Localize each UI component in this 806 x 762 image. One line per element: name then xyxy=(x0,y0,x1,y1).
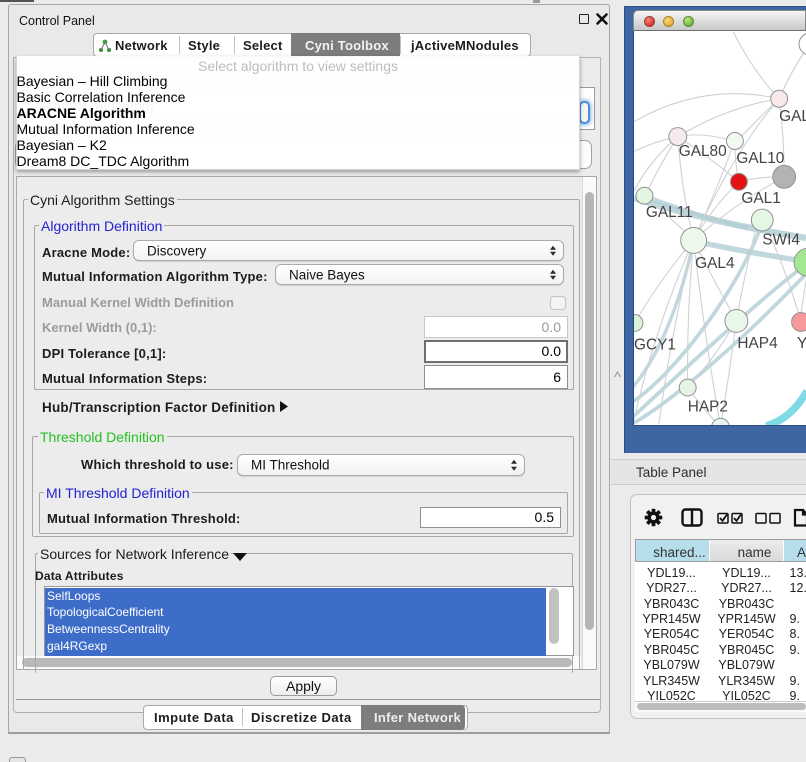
svg-text:GAL11: GAL11 xyxy=(646,204,693,221)
svg-text:GCY1: GCY1 xyxy=(634,336,676,353)
svg-text:HAP2: HAP2 xyxy=(688,398,728,415)
svg-text:SWI4: SWI4 xyxy=(762,231,800,248)
svg-text:Y: Y xyxy=(797,335,806,352)
svg-text:HAP4: HAP4 xyxy=(737,335,778,352)
svg-text:GAL: GAL xyxy=(779,108,806,125)
svg-text:GAL80: GAL80 xyxy=(679,143,727,160)
svg-text:GAL1: GAL1 xyxy=(741,190,780,207)
svg-text:GAL10: GAL10 xyxy=(736,150,784,167)
svg-text:GAL4: GAL4 xyxy=(695,255,735,272)
